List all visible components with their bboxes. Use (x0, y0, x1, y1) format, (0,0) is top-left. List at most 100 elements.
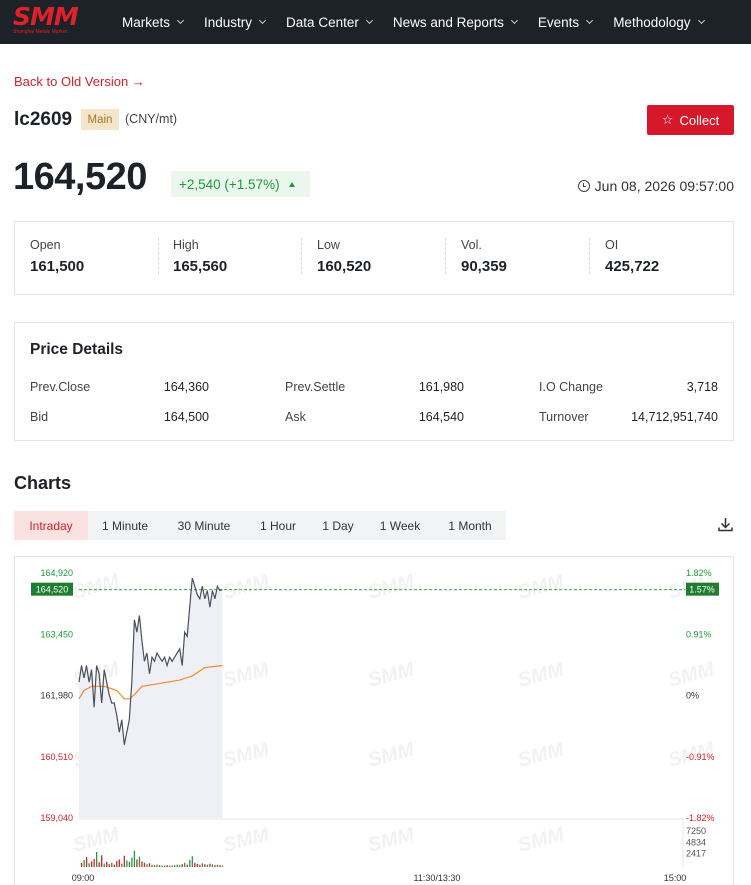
watermark-text: SMM (221, 823, 273, 857)
watermark-text: SMM (666, 658, 718, 692)
tab-1-day[interactable]: 1 Day (310, 511, 366, 540)
volume-bar (189, 859, 191, 867)
volume-bar (196, 863, 198, 867)
price-change-text: +2,540 (+1.57%) (179, 176, 280, 192)
volume-bar (138, 856, 141, 867)
charts-heading: Charts (14, 473, 72, 493)
y-axis-tick-left: 164,920 (40, 568, 73, 578)
download-icon[interactable] (717, 516, 734, 533)
volume-bar (80, 862, 83, 867)
stat-label: High (173, 238, 199, 252)
volume-bar (133, 850, 136, 867)
volume-bar (211, 864, 214, 867)
detail-label: Turnover (539, 410, 589, 424)
x-axis-tick: 09:00 (72, 873, 95, 883)
volume-bar (174, 865, 176, 867)
y-axis-tick-right: 0.91% (686, 629, 712, 639)
stat-label: Low (317, 238, 340, 252)
volume-bar (209, 863, 211, 867)
volume-bar (83, 859, 85, 867)
price-details-title: Price Details (30, 341, 124, 358)
intraday-chart[interactable]: SMM SMM SMM SMM SMM SMM SMM SMM SMM SMM SMM SMM SMM S… (14, 556, 734, 885)
nav-label: Events (537, 14, 580, 30)
detail-label: Ask (285, 410, 306, 424)
divider (301, 238, 302, 274)
nav-methodology[interactable]: Methodology (613, 0, 705, 44)
up-arrow-icon (288, 181, 295, 187)
price-change-badge: +2,540 (+1.57%) (171, 171, 310, 197)
tab-1-hour[interactable]: 1 Hour (246, 511, 310, 540)
volume-bar (106, 861, 108, 867)
stat-low: Low 160,520 (317, 238, 371, 275)
volume-bar (161, 865, 163, 867)
volume-tick: 4834 (686, 837, 706, 847)
stat-value: 425,722 (605, 258, 660, 275)
y-axis-tick-right: 1.82% (686, 568, 712, 578)
chevron-down-icon (365, 16, 373, 24)
stat-label: Open (30, 238, 61, 252)
watermark-text: SMM (71, 570, 123, 604)
volume-bar (216, 864, 219, 867)
volume-bar (176, 864, 178, 867)
volume-bar (90, 861, 93, 867)
nav-news-reports[interactable]: News and Reports (393, 0, 518, 44)
stat-value: 161,500 (30, 258, 85, 275)
volume-bar (184, 862, 186, 867)
y-axis-tick-left: 159,040 (40, 813, 73, 823)
volume-bar (214, 865, 216, 867)
watermark-text: SMM (71, 823, 123, 857)
tab-intraday[interactable]: Intraday (14, 511, 88, 540)
watermark-text: SMM (221, 738, 273, 772)
volume-bar (113, 864, 115, 867)
top-nav: SMM Shanghai Metals Market Markets Indus… (0, 0, 751, 44)
volume-bar (131, 857, 133, 867)
chevron-down-icon (259, 16, 267, 24)
volume-bar (204, 864, 206, 867)
x-axis-tick: 15:00 (664, 873, 687, 883)
divider (589, 238, 590, 274)
quote-timestamp: Jun 08, 2026 09:57:00 (577, 178, 734, 194)
stat-open: Open 161,500 (30, 238, 84, 275)
volume-bar (126, 860, 128, 867)
watermark-text: SMM (366, 823, 418, 857)
watermark-text: SMM (516, 658, 568, 692)
volume-bar (153, 865, 156, 867)
watermark-text: SMM (516, 823, 568, 857)
chevron-down-icon (176, 16, 185, 24)
tab-1-week[interactable]: 1 Week (366, 511, 434, 540)
stat-high: High 165,560 (173, 238, 227, 275)
nav-data-center[interactable]: Data Center (286, 0, 373, 44)
nav-industry[interactable]: Industry (204, 0, 267, 44)
detail-value: 164,360 (163, 380, 209, 394)
back-to-old-version-link[interactable]: Back to Old Version → (14, 74, 145, 89)
volume-bar (143, 862, 146, 867)
volume-bar (219, 865, 221, 867)
volume-tick: 7250 (686, 826, 706, 836)
logo-subtitle: Shanghai Metals Market (13, 29, 67, 35)
stat-label: OI (605, 238, 619, 252)
tab-1-month[interactable]: 1 Month (434, 511, 506, 540)
nav-events[interactable]: Events (537, 0, 594, 44)
volume-bar (194, 862, 196, 867)
contract-symbol: lc2609 (14, 109, 73, 130)
tab-30-minute[interactable]: 30 Minute (162, 511, 246, 540)
timestamp-text: Jun 08, 2026 09:57:00 (594, 178, 734, 194)
detail-label: Prev.Settle (285, 380, 346, 394)
stat-value: 165,560 (173, 258, 228, 275)
volume-bar (199, 864, 201, 867)
y-axis-tick-right: 0% (686, 691, 699, 701)
y-axis-tick-left: 160,510 (40, 752, 73, 762)
tab-1-minute[interactable]: 1 Minute (88, 511, 162, 540)
nav-markets[interactable]: Markets (122, 0, 185, 44)
volume-bar (169, 865, 171, 867)
volume-bar (201, 863, 204, 867)
watermark-text: SMM (366, 738, 418, 772)
smm-logo[interactable]: SMM Shanghai Metals Market (13, 2, 89, 36)
volume-bar (101, 855, 103, 867)
collect-button[interactable]: ☆ Collect (647, 105, 734, 135)
volume-bar (85, 857, 88, 867)
volume-bar (206, 864, 209, 867)
price-details-panel: Price Details Prev.Close 164,360 Prev.Se… (14, 322, 734, 441)
detail-label: I.O Change (539, 380, 603, 394)
y-axis-tick-left: 161,980 (40, 691, 73, 701)
